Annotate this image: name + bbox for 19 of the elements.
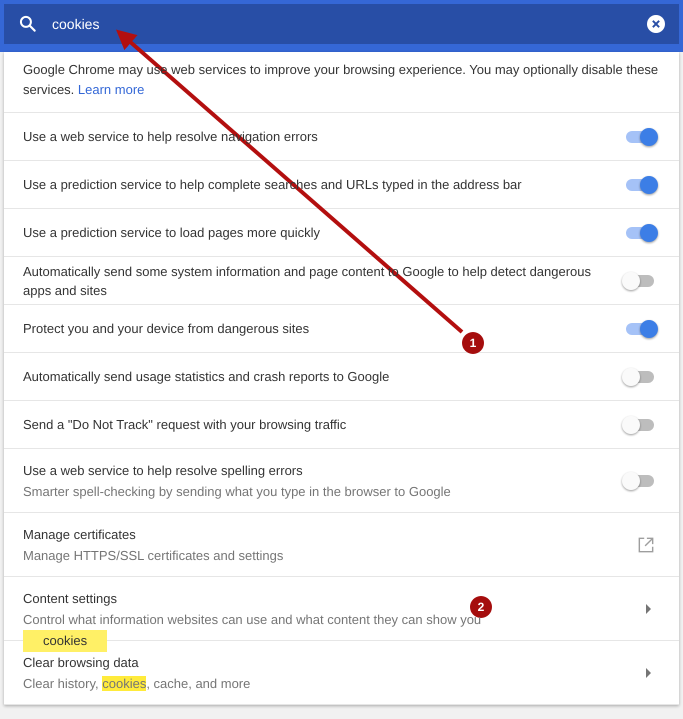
setting-title: Use a web service to help resolve spelling errors [23,462,303,480]
clear-search-icon[interactable] [647,15,665,33]
setting-title: Automatically send usage statistics and crash reports to Google [23,368,390,386]
setting-title: Clear browsing data [23,654,139,672]
setting-title: Protect you and your device from dangerous sites [23,320,310,338]
caret-icon[interactable] [646,604,652,614]
setting-title: Manage certificates [23,526,136,544]
caret-icon[interactable] [646,668,652,678]
search-icon [18,14,38,34]
search-field[interactable]: cookies [0,0,683,52]
search-tooltip: cookies [23,630,108,652]
setting-description: Clear history, cookies, cache, and more [23,675,250,692]
setting-title: Send a "Do Not Track" request with your browsing traffic [23,416,346,434]
setting-title: Use a prediction service to load pages more quickly [23,224,320,242]
learn-more-link[interactable]: Learn more [78,82,144,97]
setting-title: Content settings [23,590,117,608]
setting-description: Manage HTTPS/SSL certificates and settings [23,547,284,564]
external-link-icon[interactable] [638,536,654,552]
setting-description: Smarter spell-checking by sending what you type in the browser to Google [23,483,451,500]
